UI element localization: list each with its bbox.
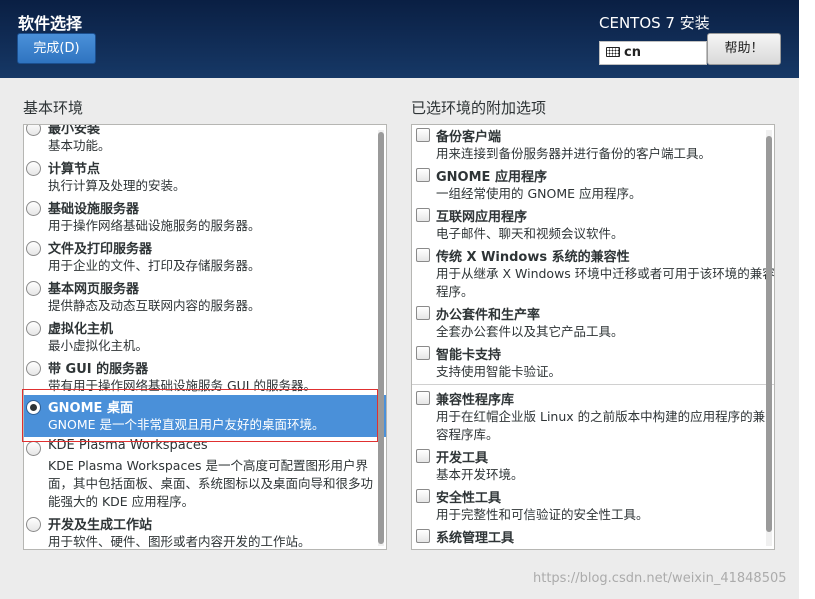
addons-label: 已选环境的附加选项 xyxy=(411,99,547,117)
checkbox[interactable] xyxy=(416,489,430,503)
checkbox[interactable] xyxy=(416,306,430,320)
addon-list[interactable]: 备份客户端 用来连接到备份服务器并进行备份的客户端工具。 GNOME 应用程序 … xyxy=(411,124,775,550)
window-edge xyxy=(799,0,815,599)
env-name: 基本网页服务器 xyxy=(48,282,140,297)
env-desc: 用于企业的文件、打印及存储服务器。 xyxy=(48,258,261,273)
radio-button[interactable] xyxy=(26,125,41,136)
env-desc: 执行计算及处理的安装。 xyxy=(48,178,186,193)
keyboard-layout-label: cn xyxy=(624,45,641,60)
radio-button[interactable] xyxy=(26,361,41,376)
env-item-dev-workstation[interactable]: 开发及生成工作站 用于软件、硬件、图形或者内容开发的工作站。 xyxy=(24,512,386,549)
addon-desc: 电子邮件、聊天和视频会议软件。 xyxy=(436,226,624,241)
addon-desc: 用来连接到备份服务器并进行备份的客户端工具。 xyxy=(436,146,712,161)
addon-divider xyxy=(412,384,774,385)
addon-name: 办公套件和生产率 xyxy=(436,308,541,323)
addon-name: 兼容性程序库 xyxy=(436,393,515,408)
addon-desc: 全套办公套件以及其它产品工具。 xyxy=(436,324,624,339)
env-name: 带 GUI 的服务器 xyxy=(48,362,149,377)
env-desc: 用于软件、硬件、图形或者内容开发的工作站。 xyxy=(48,534,311,549)
right-scrollbar[interactable] xyxy=(766,130,772,546)
addon-desc: 一组经常使用的 GNOME 应用程序。 xyxy=(436,186,642,201)
addon-name: GNOME 应用程序 xyxy=(436,170,547,185)
checkbox[interactable] xyxy=(416,128,430,142)
checkbox[interactable] xyxy=(416,208,430,222)
addon-name: 开发工具 xyxy=(436,451,489,466)
addon-name: 互联网应用程序 xyxy=(436,210,528,225)
addon-name: 智能卡支持 xyxy=(436,348,502,363)
env-item-infrastructure-server[interactable]: 基础设施服务器 用于操作网络基础设施服务的服务器。 xyxy=(24,196,386,236)
env-item-file-print-server[interactable]: 文件及打印服务器 用于企业的文件、打印及存储服务器。 xyxy=(24,236,386,276)
env-item-minimal[interactable]: 最小安装 基本功能。 xyxy=(24,124,386,156)
env-desc: 基本功能。 xyxy=(48,138,111,153)
addon-desc: 用于完整性和可信验证的安全性工具。 xyxy=(436,507,649,522)
page-title: 软件选择 xyxy=(18,14,83,33)
checkbox[interactable] xyxy=(416,529,430,543)
env-item-virtualization-host[interactable]: 虚拟化主机 最小虚拟化主机。 xyxy=(24,316,386,356)
env-desc: 最小虚拟化主机。 xyxy=(48,338,149,353)
radio-button[interactable] xyxy=(26,281,41,296)
addon-desc: 基本开发环境。 xyxy=(436,467,524,482)
radio-button[interactable] xyxy=(26,241,41,256)
radio-button[interactable] xyxy=(26,321,41,336)
env-name: 最小安装 xyxy=(48,124,101,137)
env-desc: 用于操作网络基础设施服务的服务器。 xyxy=(48,218,261,233)
checkbox[interactable] xyxy=(416,248,430,262)
install-title: CENTOS 7 安装 xyxy=(599,14,710,32)
env-desc: 提供静态及动态互联网内容的服务器。 xyxy=(48,298,261,313)
base-environment-label: 基本环境 xyxy=(23,99,84,117)
addon-name: 系统管理工具 xyxy=(436,531,515,546)
keyboard-layout-indicator[interactable]: cn xyxy=(599,41,707,65)
scrollbar-thumb[interactable] xyxy=(766,136,772,532)
help-button[interactable]: 帮助！ xyxy=(707,33,781,65)
base-environment-list[interactable]: 最小安装 基本功能。 计算节点 执行计算及处理的安装。 基础设施服务器 用于操作… xyxy=(23,124,387,550)
radio-button[interactable] xyxy=(26,517,41,532)
env-name: 虚拟化主机 xyxy=(48,322,114,337)
done-button[interactable]: 完成(D) xyxy=(17,33,96,64)
env-name: 开发及生成工作站 xyxy=(48,518,153,533)
checkbox[interactable] xyxy=(416,391,430,405)
checkbox[interactable] xyxy=(416,449,430,463)
env-desc: KDE Plasma Workspaces 是一个高度可配置图形用户界面，其中包… xyxy=(48,458,374,509)
addon-name: 备份客户端 xyxy=(436,130,502,145)
addon-name: 安全性工具 xyxy=(436,491,502,506)
scrollbar-thumb[interactable] xyxy=(378,132,384,544)
env-item-kde-plasma[interactable]: KDE Plasma Workspaces KDE Plasma Workspa… xyxy=(24,436,386,512)
checkbox[interactable] xyxy=(416,168,430,182)
env-item-compute-node[interactable]: 计算节点 执行计算及处理的安装。 xyxy=(24,156,386,196)
radio-button[interactable] xyxy=(26,161,41,176)
addon-desc: 支持使用智能卡验证。 xyxy=(436,364,562,379)
env-name: 基础设施服务器 xyxy=(48,202,140,217)
addon-desc: 用于从继承 X Windows 环境中迁移或者可用于该环境的兼容程序。 xyxy=(436,266,775,299)
selection-highlight-outline xyxy=(22,389,378,442)
env-item-web-server[interactable]: 基本网页服务器 提供静态及动态互联网内容的服务器。 xyxy=(24,276,386,316)
checkbox[interactable] xyxy=(416,346,430,360)
radio-button[interactable] xyxy=(26,441,41,456)
addon-desc: 用于在红帽企业版 Linux 的之前版本中构建的应用程序的兼容程序库。 xyxy=(436,409,766,442)
watermark: https://blog.csdn.net/weixin_41848505 xyxy=(533,571,787,586)
env-name: 文件及打印服务器 xyxy=(48,242,153,257)
keyboard-icon xyxy=(606,46,620,57)
addon-name: 传统 X Windows 系统的兼容性 xyxy=(436,250,630,265)
left-scrollbar[interactable] xyxy=(378,130,384,546)
env-name: 计算节点 xyxy=(48,162,101,177)
header-bar: 软件选择 完成(D) CENTOS 7 安装 cn 帮助！ xyxy=(0,0,799,78)
radio-button[interactable] xyxy=(26,201,41,216)
